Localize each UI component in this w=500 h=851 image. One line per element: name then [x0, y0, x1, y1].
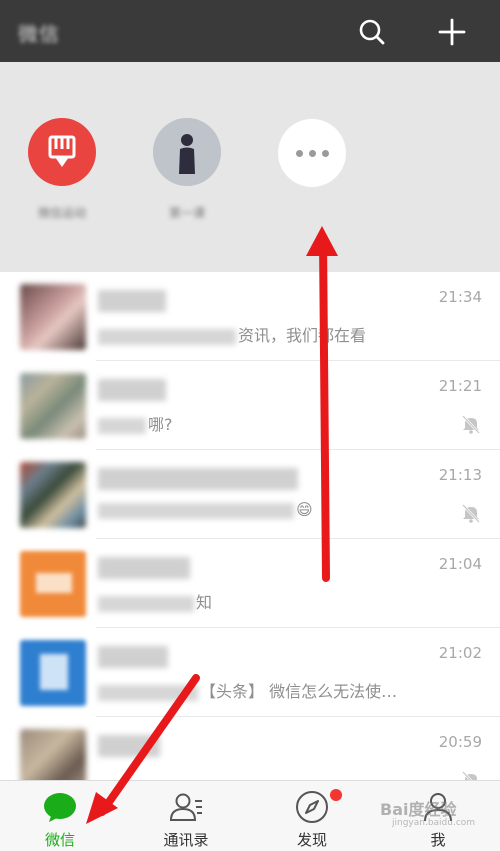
chat-name: [98, 557, 190, 579]
tab-discover[interactable]: 发现: [262, 781, 362, 851]
muted-bell-icon: [462, 415, 480, 434]
chat-preview: 资讯，我们都在看: [98, 322, 366, 346]
plus-icon[interactable]: [432, 12, 472, 52]
chat-avatar: [20, 373, 86, 439]
mini-program-label: 第一课: [168, 206, 205, 220]
chat-preview: 😄: [98, 500, 313, 519]
tab-label: 我: [430, 831, 446, 849]
chat-time: 21:02: [438, 644, 482, 662]
more-icon: [295, 149, 303, 157]
tab-label: 通讯录: [163, 831, 209, 849]
chat-preview: 知: [98, 589, 212, 613]
app-title: 微信: [18, 22, 60, 46]
chat-time: 21:04: [438, 555, 482, 573]
compass-icon: [296, 791, 328, 823]
contacts-icon: [169, 793, 202, 821]
tab-me[interactable]: 我: [388, 781, 488, 851]
tab-weixin[interactable]: 微信: [10, 781, 110, 851]
chat-avatar: [20, 284, 86, 350]
chat-time: 21:13: [438, 466, 482, 484]
chat-avatar: [20, 729, 86, 780]
bottom-tab-bar: 微信 通讯录 发现 我: [0, 780, 500, 851]
mini-program-first-class[interactable]: [153, 118, 221, 186]
more-mini-programs-button[interactable]: [278, 119, 346, 187]
chat-row[interactable]: 哪? 21:21: [0, 361, 500, 450]
mini-program-label: 微信运动: [37, 206, 86, 220]
muted-bell-icon: [462, 771, 477, 780]
chat-avatar: [20, 640, 86, 706]
chat-time: 21:21: [438, 377, 482, 395]
chat-row[interactable]: 【头条】 微信怎么无法使… 21:02: [0, 628, 500, 717]
tab-label: 发现: [296, 831, 327, 849]
chat-name: [98, 290, 166, 312]
app-logo-icon: [48, 135, 76, 167]
chat-list[interactable]: 资讯，我们都在看 21:34 哪? 21:21 😄 21:13 知 21:04 …: [0, 272, 500, 780]
chat-row[interactable]: 知 21:04: [0, 539, 500, 628]
muted-bell-icon: [462, 504, 480, 523]
chat-bubbles-icon: [44, 793, 76, 822]
chat-time: 20:59: [438, 733, 482, 751]
chat-preview: 【头条】 微信怎么无法使…: [98, 678, 397, 702]
notification-badge: [330, 789, 342, 801]
app-header: 微信: [0, 0, 500, 62]
chat-row[interactable]: 20:59: [0, 717, 500, 780]
mini-program-panel: 微信运动 第一课: [0, 62, 500, 272]
tab-contacts[interactable]: 通讯录: [136, 781, 236, 851]
person-icon: [424, 793, 452, 822]
chat-avatar: [20, 551, 86, 617]
avatar-icon: [153, 118, 221, 186]
chat-name: [98, 646, 168, 668]
chat-row[interactable]: 资讯，我们都在看 21:34: [0, 272, 500, 361]
chat-preview: 哪?: [98, 411, 173, 435]
search-icon[interactable]: [352, 12, 392, 52]
tab-label: 微信: [44, 831, 75, 849]
chat-avatar: [20, 462, 86, 528]
chat-name: [98, 735, 160, 757]
chat-name: [98, 379, 166, 401]
chat-name: [98, 468, 298, 490]
chat-row[interactable]: 😄 21:13: [0, 450, 500, 539]
mini-program-weixin-sport[interactable]: [28, 118, 96, 186]
chat-time: 21:34: [438, 288, 482, 306]
